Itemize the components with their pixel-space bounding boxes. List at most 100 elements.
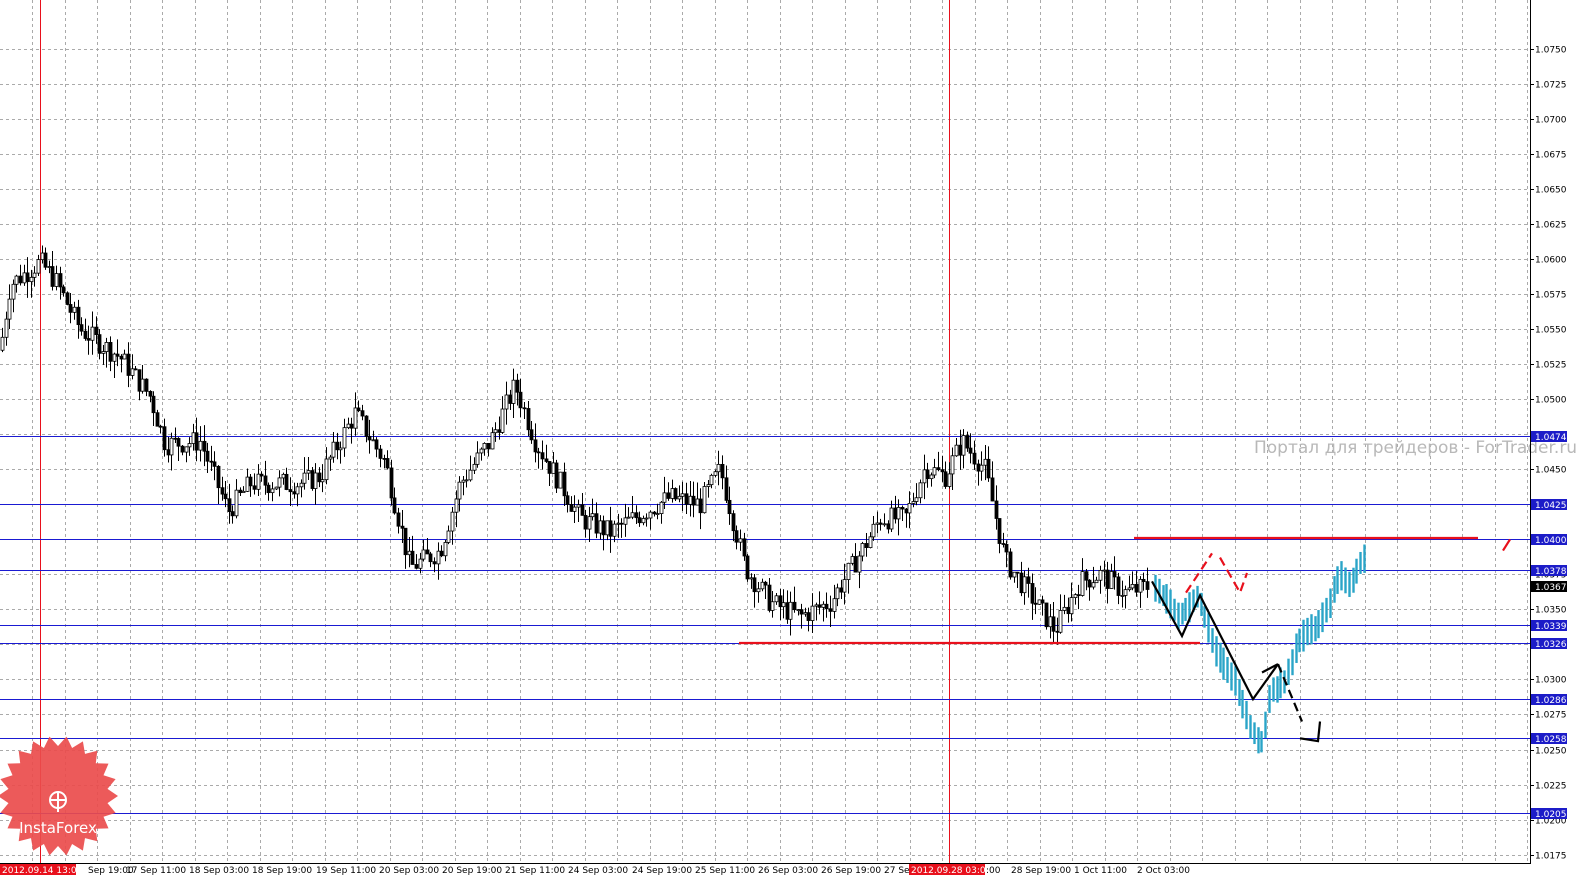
candle-body (1145, 581, 1150, 590)
candle-body (1127, 587, 1132, 591)
y-tick-label: 1.0725 (1535, 81, 1567, 91)
y-tick-label: 1.0175 (1535, 852, 1567, 862)
candle-body (889, 507, 894, 530)
y-tick-label: 1.0550 (1535, 326, 1567, 336)
candle-body (101, 351, 106, 354)
candle-body (540, 452, 545, 460)
highlighted-time-label: 2012.09.28 03:00 (911, 866, 992, 876)
candle-body (558, 471, 563, 489)
candle-body (68, 304, 73, 313)
candle-body (169, 437, 174, 456)
candle-body (364, 415, 369, 437)
candle-body (817, 604, 822, 608)
time-label: 26 Sep 19:00 (821, 866, 881, 876)
candle-body (803, 612, 808, 615)
y-tick-label: 1.0650 (1535, 186, 1567, 196)
candle-body (968, 447, 973, 454)
candle-body (410, 550, 415, 565)
candle-body (184, 446, 189, 453)
candle-body (893, 507, 898, 520)
candle-body (47, 266, 52, 268)
candle-body (407, 550, 412, 556)
candle-body (94, 326, 99, 336)
candle-body (4, 318, 9, 338)
price-labels: 1.0474 1.0425 1.0400 1.0378 1.0339 1.0326 1.02… (1531, 431, 1567, 820)
candle-body (918, 482, 923, 499)
candle-body (155, 412, 160, 427)
y-tick-label: 1.0600 (1535, 256, 1567, 266)
candle-body (248, 476, 253, 487)
candle-body (468, 469, 473, 481)
candle-body (1019, 572, 1024, 594)
candle-body (403, 527, 408, 556)
candle-body (400, 525, 405, 529)
candle-body (720, 463, 725, 479)
candle-body (828, 608, 833, 612)
candle-body (58, 273, 63, 288)
candle-body (1076, 594, 1081, 597)
candle-body (932, 467, 937, 476)
candle-body (875, 522, 880, 525)
candle-body (389, 467, 394, 499)
candle-body (36, 259, 41, 274)
candle-body (587, 516, 592, 530)
level-price-label: 1.0400 (1535, 536, 1567, 546)
candle-body (536, 451, 541, 454)
candle-body (698, 498, 703, 514)
candle-body (1105, 569, 1110, 589)
candle-body (914, 497, 919, 502)
candle-body (421, 549, 426, 560)
price-chart[interactable]: Портал для трейдеров - ForTrader.ru 1.07… (0, 0, 1587, 886)
level-price-label: 1.0474 (1535, 433, 1567, 443)
candle-body (695, 498, 700, 506)
candle-body (554, 462, 559, 489)
candle-body (50, 266, 55, 287)
candle-body (943, 471, 948, 487)
candle-body (112, 353, 117, 362)
candle-body (299, 482, 304, 488)
candle-body (749, 577, 754, 580)
candle-body (994, 500, 999, 519)
time-label: 18 Sep 19:00 (252, 866, 312, 876)
candle-body (637, 517, 642, 524)
candle-body (396, 512, 401, 527)
candle-body (958, 444, 963, 456)
candle-body (151, 395, 156, 414)
candle-body (551, 462, 556, 474)
candle-body (317, 472, 322, 483)
candle-body (274, 486, 279, 490)
candle-body (259, 473, 264, 477)
candle-body (1051, 616, 1056, 632)
candle-body (7, 298, 12, 320)
candle-body (1055, 630, 1060, 633)
candle-body (965, 435, 970, 449)
candle-body (371, 439, 376, 442)
candle-body (493, 429, 498, 434)
time-label-suffix: :00 (986, 866, 1001, 876)
candle-body (518, 391, 523, 409)
candle-body (1138, 578, 1143, 593)
candle-body (1098, 569, 1103, 581)
time-label: 2 Oct 03:00 (1137, 866, 1190, 876)
candle-body (576, 504, 581, 508)
time-label: 20 Sep 03:00 (379, 866, 439, 876)
candle-body (216, 465, 221, 489)
candle-body (814, 604, 819, 607)
candle-body (385, 458, 390, 469)
candle-body (868, 536, 873, 548)
candle-body (911, 501, 916, 504)
candle-body (619, 522, 624, 525)
watermark: Портал для трейдеров - ForTrader.ru (1254, 438, 1577, 458)
y-tick-label: 1.0275 (1535, 711, 1567, 721)
candle-body (832, 598, 837, 612)
candle-body (684, 493, 689, 505)
candle-body (954, 444, 959, 457)
candle-body (353, 407, 358, 429)
candle-body (511, 379, 516, 404)
candle-body (605, 520, 610, 536)
candle-body (320, 479, 325, 483)
y-tick-label: 1.0750 (1535, 46, 1567, 56)
candle-body (187, 443, 192, 448)
candle-body (338, 447, 343, 451)
candle-body (464, 479, 469, 482)
